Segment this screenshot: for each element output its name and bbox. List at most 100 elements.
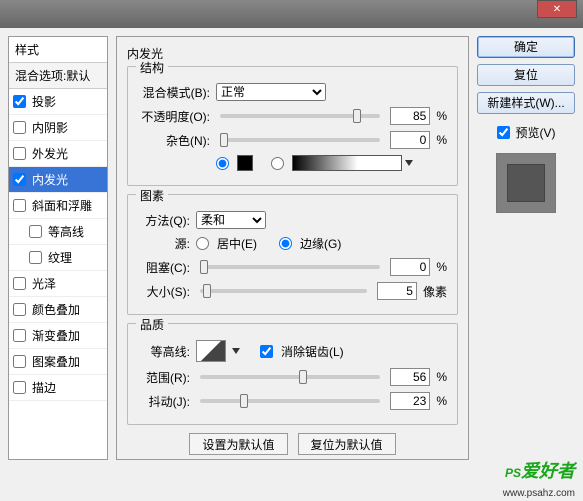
sidebar-item-drop-shadow[interactable]: 投影 bbox=[9, 89, 107, 115]
label: 斜面和浮雕 bbox=[32, 197, 92, 214]
antialias-checkbox[interactable] bbox=[260, 345, 273, 358]
technique-label: 方法(Q): bbox=[138, 212, 190, 229]
reset-default-button[interactable]: 复位为默认值 bbox=[298, 433, 396, 455]
sidebar-item-stroke[interactable]: 描边 bbox=[9, 375, 107, 401]
unit: % bbox=[436, 133, 447, 147]
label: 渐变叠加 bbox=[32, 327, 80, 344]
choke-label: 阻塞(C): bbox=[138, 259, 190, 276]
preview-checkbox[interactable] bbox=[497, 126, 510, 139]
checkbox[interactable] bbox=[29, 251, 42, 264]
color-radio[interactable] bbox=[216, 157, 229, 170]
group-structure: 结构 混合模式(B): 正常 不透明度(O): 85 % 杂色(N): 0 bbox=[127, 66, 458, 186]
gradient-radio[interactable] bbox=[271, 157, 284, 170]
sidebar-item-bevel[interactable]: 斜面和浮雕 bbox=[9, 193, 107, 219]
blend-mode-select[interactable]: 正常 bbox=[216, 83, 326, 101]
size-input[interactable]: 5 bbox=[377, 282, 417, 300]
label: 投影 bbox=[32, 93, 56, 110]
preview-thumbnail bbox=[496, 153, 556, 213]
right-column: 确定 复位 新建样式(W)... 预览(V) bbox=[477, 36, 575, 460]
label: 纹理 bbox=[48, 249, 72, 266]
opacity-input[interactable]: 85 bbox=[390, 107, 430, 125]
checkbox[interactable] bbox=[13, 277, 26, 290]
group-quality: 品质 等高线: 消除锯齿(L) 范围(R): 56 % 抖动(J): bbox=[127, 323, 458, 425]
range-label: 范围(R): bbox=[138, 369, 190, 386]
jitter-input[interactable]: 23 bbox=[390, 392, 430, 410]
noise-slider[interactable] bbox=[220, 138, 380, 142]
chevron-down-icon[interactable] bbox=[405, 160, 413, 166]
sidebar-item-outer-glow[interactable]: 外发光 bbox=[9, 141, 107, 167]
sidebar-item-satin[interactable]: 光泽 bbox=[9, 271, 107, 297]
sidebar-header: 样式 bbox=[9, 37, 107, 63]
source-center-label: 居中(E) bbox=[217, 235, 257, 252]
set-default-button[interactable]: 设置为默认值 bbox=[189, 433, 287, 455]
choke-input[interactable]: 0 bbox=[390, 258, 430, 276]
label: 颜色叠加 bbox=[32, 301, 80, 318]
cancel-button[interactable]: 复位 bbox=[477, 64, 575, 86]
checkbox[interactable] bbox=[13, 303, 26, 316]
opacity-slider[interactable] bbox=[220, 114, 380, 118]
checkbox[interactable] bbox=[29, 225, 42, 238]
contour-label: 等高线: bbox=[138, 343, 190, 360]
noise-label: 杂色(N): bbox=[138, 132, 210, 149]
styles-sidebar: 样式 混合选项:默认 投影 内阴影 外发光 内发光 斜面和浮雕 bbox=[8, 36, 108, 460]
label: 光泽 bbox=[32, 275, 56, 292]
group-label: 品质 bbox=[136, 316, 168, 333]
size-slider[interactable] bbox=[200, 289, 367, 293]
sidebar-item-contour[interactable]: 等高线 bbox=[9, 219, 107, 245]
sidebar-item-gradient-overlay[interactable]: 渐变叠加 bbox=[9, 323, 107, 349]
opacity-label: 不透明度(O): bbox=[138, 108, 210, 125]
group-label: 图素 bbox=[136, 187, 168, 204]
dialog-window: ✕ 样式 混合选项:默认 投影 内阴影 外发光 内发光 bbox=[0, 0, 583, 501]
checkbox[interactable] bbox=[13, 199, 26, 212]
jitter-label: 抖动(J): bbox=[138, 393, 190, 410]
close-button[interactable]: ✕ bbox=[537, 0, 577, 18]
checkbox[interactable] bbox=[13, 95, 26, 108]
checkbox[interactable] bbox=[13, 355, 26, 368]
watermark: PS爱好者 bbox=[505, 457, 575, 483]
antialias-label: 消除锯齿(L) bbox=[281, 343, 344, 360]
sidebar-item-inner-shadow[interactable]: 内阴影 bbox=[9, 115, 107, 141]
unit: % bbox=[436, 109, 447, 123]
range-slider[interactable] bbox=[200, 375, 380, 379]
sidebar-item-color-overlay[interactable]: 颜色叠加 bbox=[9, 297, 107, 323]
technique-select[interactable]: 柔和 bbox=[196, 211, 266, 229]
choke-slider[interactable] bbox=[200, 265, 380, 269]
gradient-picker[interactable] bbox=[292, 155, 402, 171]
blend-mode-label: 混合模式(B): bbox=[138, 84, 210, 101]
chevron-down-icon[interactable] bbox=[232, 348, 240, 354]
color-swatch[interactable] bbox=[237, 155, 253, 171]
ok-button[interactable]: 确定 bbox=[477, 36, 575, 58]
defaults-buttons: 设置为默认值 复位为默认值 bbox=[127, 433, 458, 455]
sidebar-blend-options[interactable]: 混合选项:默认 bbox=[9, 63, 107, 89]
size-label: 大小(S): bbox=[138, 283, 190, 300]
source-center-radio[interactable] bbox=[196, 237, 209, 250]
unit: 像素 bbox=[423, 283, 447, 300]
content: 样式 混合选项:默认 投影 内阴影 外发光 内发光 斜面和浮雕 bbox=[0, 28, 583, 468]
unit: % bbox=[436, 394, 447, 408]
sidebar-item-inner-glow[interactable]: 内发光 bbox=[9, 167, 107, 193]
noise-input[interactable]: 0 bbox=[390, 131, 430, 149]
checkbox[interactable] bbox=[13, 121, 26, 134]
titlebar: ✕ bbox=[0, 0, 583, 28]
label: 图案叠加 bbox=[32, 353, 80, 370]
label: 等高线 bbox=[48, 223, 84, 240]
contour-picker[interactable] bbox=[196, 340, 226, 362]
source-label: 源: bbox=[138, 235, 190, 252]
checkbox[interactable] bbox=[13, 329, 26, 342]
sidebar-item-texture[interactable]: 纹理 bbox=[9, 245, 107, 271]
watermark-url: www.psahz.com bbox=[503, 488, 575, 499]
unit: % bbox=[436, 260, 447, 274]
sidebar-item-pattern-overlay[interactable]: 图案叠加 bbox=[9, 349, 107, 375]
jitter-slider[interactable] bbox=[200, 399, 380, 403]
label: 内阴影 bbox=[32, 119, 68, 136]
new-style-button[interactable]: 新建样式(W)... bbox=[477, 92, 575, 114]
checkbox[interactable] bbox=[13, 147, 26, 160]
range-input[interactable]: 56 bbox=[390, 368, 430, 386]
checkbox[interactable] bbox=[13, 173, 26, 186]
preview-label: 预览(V) bbox=[516, 124, 556, 141]
checkbox[interactable] bbox=[13, 381, 26, 394]
source-edge-radio[interactable] bbox=[279, 237, 292, 250]
source-edge-label: 边缘(G) bbox=[300, 235, 341, 252]
panel-title: 内发光 bbox=[127, 45, 458, 62]
label: 内发光 bbox=[32, 171, 68, 188]
